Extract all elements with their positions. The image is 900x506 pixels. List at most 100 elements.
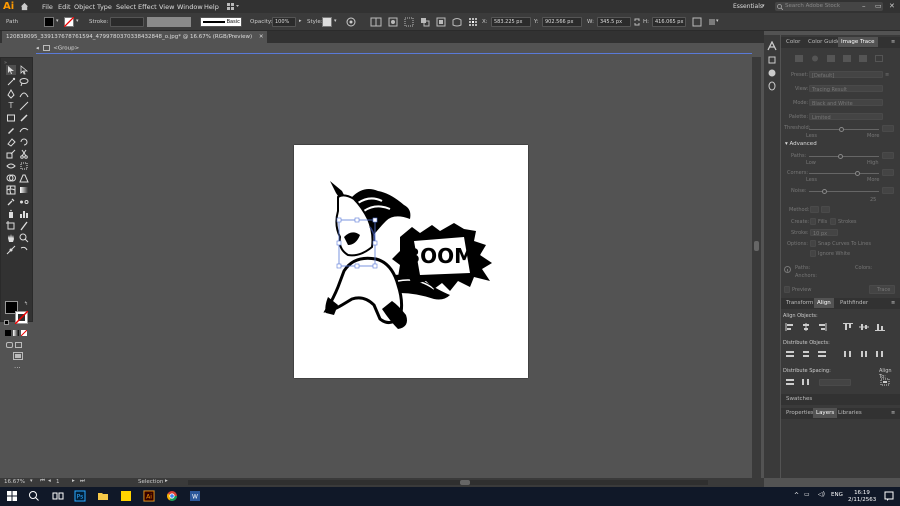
threshold-slider[interactable] [809,129,879,130]
word-icon[interactable]: W [189,490,201,502]
horizontal-align-center-icon[interactable] [801,323,811,331]
next-artboard-icon[interactable]: ▸ [72,478,75,484]
chevron-down-icon[interactable]: ▾ [762,3,765,9]
menu-edit[interactable]: Edit [58,3,71,11]
method-overlapping-button[interactable] [821,206,830,213]
auto-color-icon[interactable] [795,55,803,62]
snap-curves-checkbox[interactable] [810,240,816,247]
horizontal-align-right-icon[interactable] [817,323,827,331]
stroke-none-swatch[interactable] [64,17,74,27]
brushes-icon[interactable] [767,55,777,65]
minimize-icon[interactable]: – [862,2,866,10]
shape-builder-tool-icon[interactable] [6,173,16,183]
paths-slider[interactable] [809,156,879,157]
reference-point-icon[interactable] [468,17,478,27]
tab-swatches[interactable]: Swatches [783,394,815,404]
mode-dropdown[interactable]: Black and White [809,99,883,107]
default-colors-icon[interactable] [4,320,9,325]
image-trace-icon[interactable] [388,17,398,27]
isolate-object-icon[interactable] [404,17,414,27]
column-graph-tool-icon[interactable] [19,209,29,219]
sticky-notes-icon[interactable] [120,490,132,502]
menu-file[interactable]: File [42,3,53,11]
last-artboard-icon[interactable]: ⏭ [80,478,85,485]
ignore-white-checkbox[interactable] [810,250,816,257]
variable-width-profile[interactable] [147,17,191,27]
draw-mode-icon[interactable] [6,342,13,348]
network-icon[interactable]: ▭ [804,491,810,498]
panel-menu-icon[interactable]: ≡ [891,39,895,45]
status-menu-icon[interactable]: ▸ [165,478,168,484]
magic-wand-tool-icon[interactable] [6,77,16,87]
rotate-tool-icon[interactable] [19,137,29,147]
noise-field[interactable] [882,187,894,194]
vertical-distribute-center-icon[interactable] [801,350,811,358]
image-trace-panel-icon[interactable] [767,81,777,91]
spacing-field[interactable] [819,379,851,386]
corners-slider[interactable] [809,173,879,174]
curvature-tool-icon[interactable] [19,89,29,99]
menu-select[interactable]: Select [116,3,136,11]
pencil-tool-icon[interactable] [6,125,16,135]
home-icon[interactable] [20,2,29,11]
arrange-documents-icon[interactable] [227,3,239,10]
tab-color[interactable]: Color [783,37,803,47]
document-tab[interactable]: 120838095_339137678761594_47997803703384… [2,31,268,43]
type-tool-icon[interactable]: T [6,101,16,111]
threshold-slider-knob[interactable] [839,127,844,132]
horizontal-align-left-icon[interactable] [785,323,795,331]
menu-window[interactable]: Window [177,3,203,11]
horizontal-distribute-left-icon[interactable] [843,350,853,358]
palette-dropdown[interactable]: Limited [809,113,883,121]
libraries-icon[interactable] [767,41,777,51]
chevron-down-icon[interactable]: ▾ [76,18,79,24]
horizontal-distribute-center-icon[interactable] [859,350,869,358]
x-position-field[interactable]: 583.225 px [491,17,531,27]
horizontal-scroll-thumb[interactable] [460,480,470,485]
corners-slider-knob[interactable] [855,171,860,176]
chevron-down-icon[interactable]: ▾ [716,18,719,24]
photoshop-icon[interactable]: Ps [74,490,86,502]
back-arrow-icon[interactable]: ◂ [36,46,39,52]
free-transform-tool-icon[interactable] [19,161,29,171]
workspace-switcher[interactable]: Essentials [733,3,763,10]
swap-fill-stroke-icon[interactable] [19,245,29,255]
color-mode-icon[interactable] [5,330,11,336]
height-field[interactable]: 416.065 px [652,17,686,27]
outline-icon[interactable] [875,55,883,62]
panel-menu-icon[interactable]: ≡ [891,410,895,416]
pen-tool-icon[interactable] [6,89,16,99]
vertical-align-top-icon[interactable] [843,323,853,331]
grayscale-icon[interactable] [843,55,851,62]
hand-tool-icon[interactable] [6,233,16,243]
threshold-field[interactable] [882,125,894,132]
artboard-number[interactable]: 1 [56,479,60,485]
selection-tool-icon[interactable] [6,65,16,75]
preview-checkbox[interactable] [784,286,790,293]
mesh-tool-icon[interactable] [6,185,16,195]
panel-menu-icon[interactable]: ≡ [891,300,895,306]
illustrator-taskbar-icon[interactable]: Ai [143,490,155,502]
stroke-color-swatch[interactable] [15,311,28,324]
volume-icon[interactable]: ◁) [818,491,825,498]
direct-selection-tool-icon[interactable] [19,65,29,75]
arrange-icon[interactable] [420,17,430,27]
artwork-unicorn-boom[interactable]: BOOM! [294,145,528,378]
noise-slider-knob[interactable] [822,189,827,194]
task-view-icon[interactable] [52,490,64,502]
opacity-field[interactable]: 100% [272,17,296,27]
zoom-level[interactable]: 16.67% [4,479,25,485]
horizontal-distribute-right-icon[interactable] [875,350,885,358]
slice-tool-icon[interactable] [19,221,29,231]
search-icon[interactable] [28,490,40,502]
method-abutting-button[interactable] [810,206,819,213]
chevron-down-icon[interactable]: ▾ [30,478,33,484]
stroke-weight-field[interactable] [110,17,144,27]
preset-menu-icon[interactable]: ≡ [885,72,889,78]
artboard[interactable]: BOOM! [294,145,528,378]
tab-layers[interactable]: Layers [813,408,838,418]
y-position-field[interactable]: 902.566 px [542,17,582,27]
vertical-distribute-bottom-icon[interactable] [817,350,827,358]
first-artboard-icon[interactable]: ⏮ [40,478,45,485]
brush-definition-dropdown[interactable]: Basic [200,17,242,27]
